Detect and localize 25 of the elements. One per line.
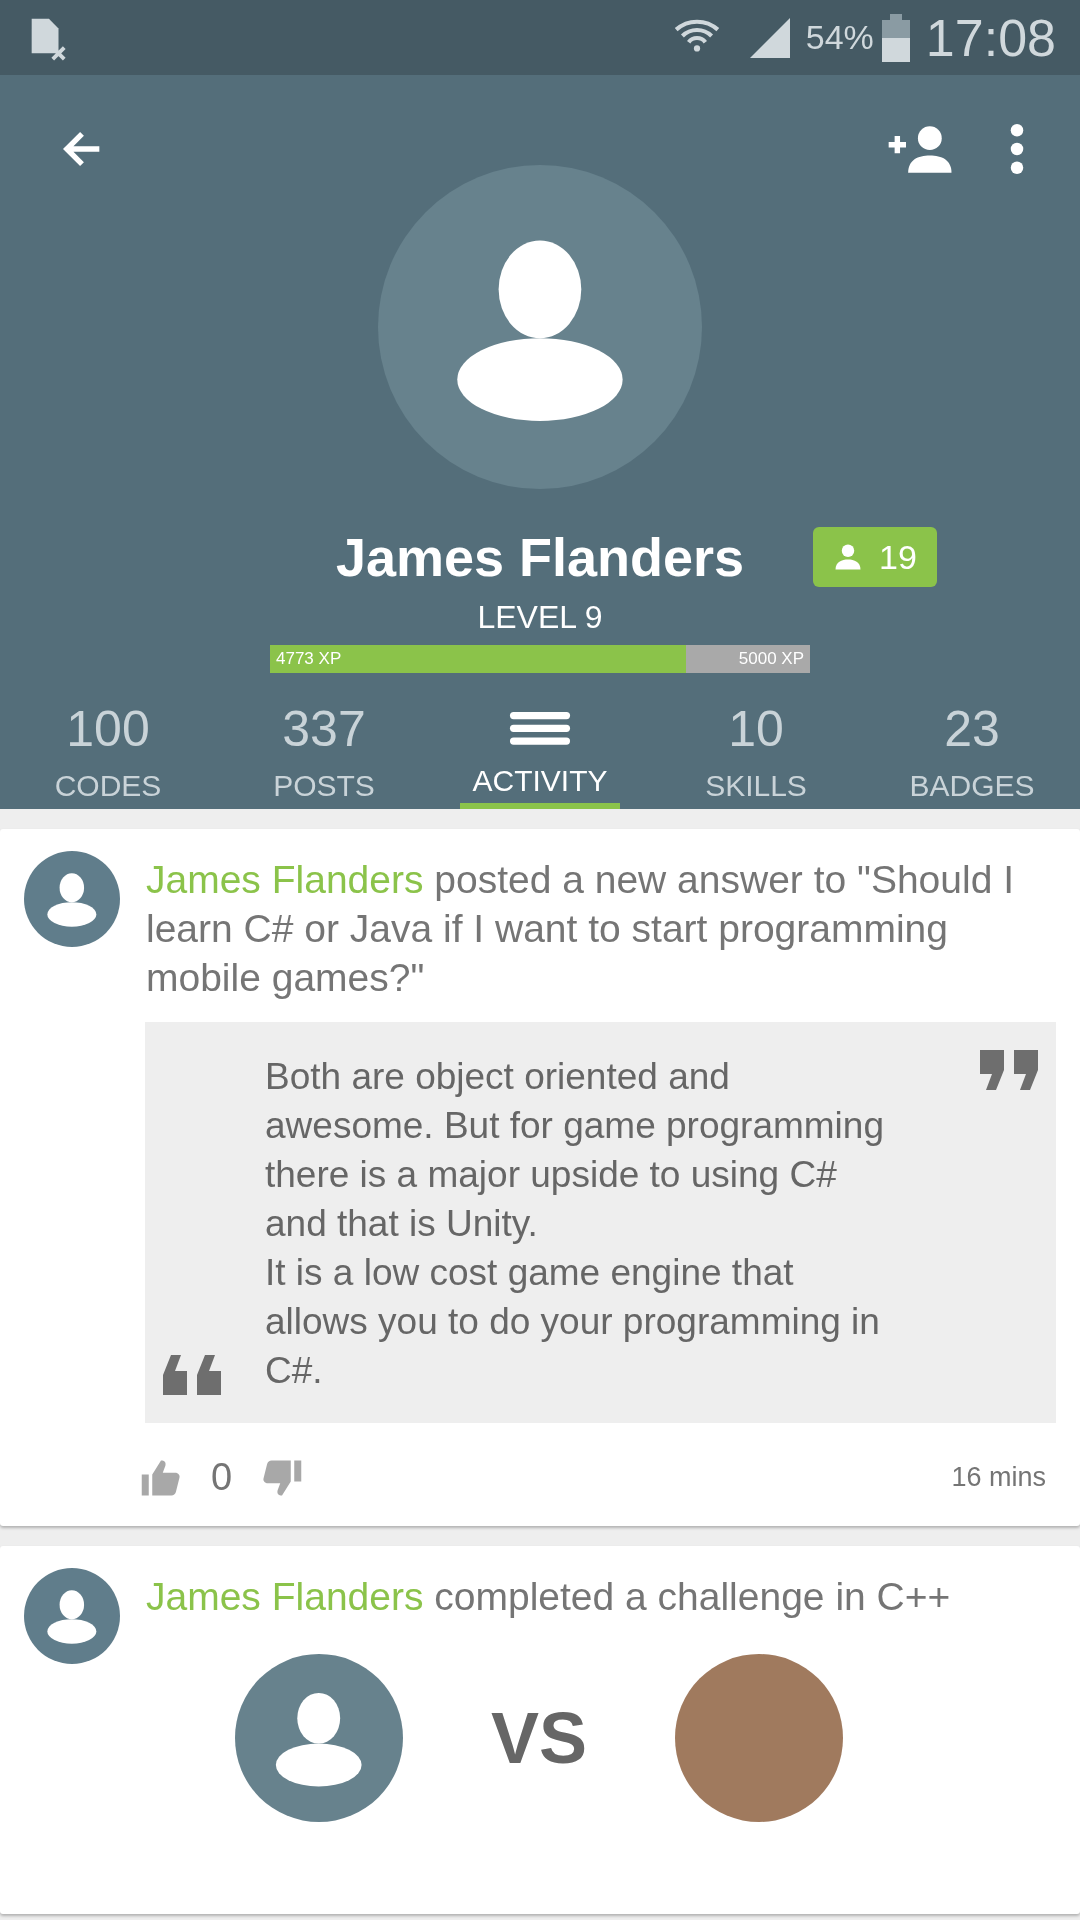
profile-tab[interactable]: 100 CODES	[28, 687, 188, 809]
battery-icon	[881, 13, 910, 62]
vote-count: 0	[211, 1455, 233, 1500]
open-quote-icon	[163, 1355, 221, 1395]
versus-label: VS	[491, 1697, 588, 1780]
level-label: LEVEL 9	[477, 598, 603, 637]
clock: 17:08	[925, 7, 1056, 69]
profile-tab[interactable]: 10 SKILLS	[676, 687, 836, 809]
activity-text: James Flanders completed a challenge in C++	[146, 1574, 952, 1620]
post-time: 16 mins	[951, 1461, 1046, 1495]
person-icon	[833, 542, 863, 572]
xp-target: 5000 XP	[738, 648, 804, 671]
author-link[interactable]: James Flanders	[146, 1575, 424, 1618]
profile-tab[interactable]: ACTIVITY	[460, 687, 620, 809]
close-quote-icon	[980, 1050, 1038, 1090]
author-link[interactable]: James Flanders	[146, 858, 424, 901]
answer-text: Both are object oriented and awesome. But for game programming there is a major upside to using C# and that is Unity. It is a low cost game engine that allows you to do your programming in C#.	[265, 1055, 885, 1393]
followers-badge[interactable]: 19	[813, 527, 937, 587]
more-options-icon[interactable]	[1010, 124, 1024, 174]
activity-text: James Flanders posted a new answer to "Should I learn C# or Java if I want to start programming mobile games?"	[146, 857, 1015, 1001]
battery-percent: 54%	[805, 17, 874, 58]
profile-tab[interactable]: 337 POSTS	[244, 687, 404, 809]
profile-name: James Flanders	[335, 525, 745, 589]
profile-tab[interactable]: 23 BADGES	[892, 687, 1052, 809]
xp-current: 4773 XP	[276, 648, 342, 671]
